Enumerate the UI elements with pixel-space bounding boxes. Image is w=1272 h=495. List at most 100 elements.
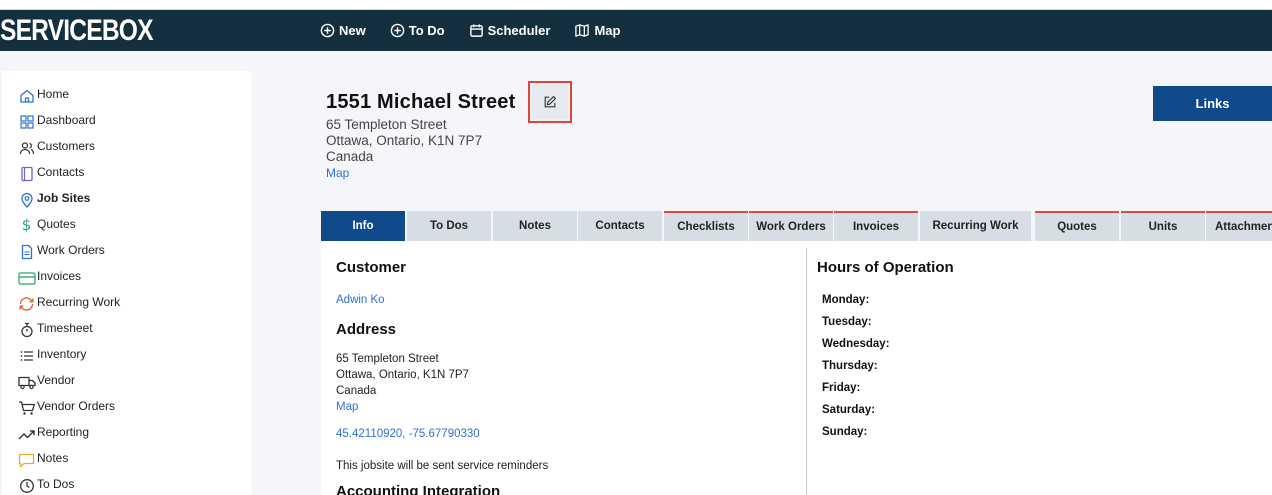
accounting-heading: Accounting Integration (336, 483, 501, 495)
sidebar-item-job-sites[interactable]: Job Sites (17, 188, 90, 208)
location-pin-icon (17, 188, 36, 208)
address-country: Canada (336, 385, 377, 397)
map-icon (575, 24, 590, 37)
sidebar-item-invoices[interactable]: Invoices (17, 266, 81, 286)
sidebar-item-customers[interactable]: Customers (17, 136, 95, 156)
users-icon (17, 136, 36, 156)
sidebar-item-label: Vendor (37, 373, 76, 387)
day-wednesday: Wednesday: (822, 338, 890, 350)
sidebar-item-quotes[interactable]: $ Quotes (17, 214, 76, 234)
trend-icon (17, 422, 36, 442)
site-address-line2: Ottawa, Ontario, K1N 7P7 (326, 133, 483, 148)
column-divider (806, 248, 807, 495)
map-button[interactable]: Map (574, 23, 620, 38)
sidebar-item-reporting[interactable]: Reporting (17, 422, 89, 442)
address-line1: 65 Templeton Street (336, 353, 439, 365)
sidebar-item-label: Job Sites (37, 191, 91, 205)
sidebar-item-label: Work Orders (37, 243, 105, 257)
sidebar-item-contacts[interactable]: Contacts (17, 162, 84, 182)
servicebox-logo[interactable]: SERVICEBOX (0, 14, 153, 48)
tab-checklists[interactable]: Checklists (664, 211, 748, 241)
reminder-note: This jobsite will be sent service remind… (336, 460, 549, 472)
day-sunday: Sunday: (822, 426, 868, 438)
tab-bar: Info To Dos Notes Contacts Checklists Wo… (321, 211, 1272, 241)
sidebar-item-recurring-work[interactable]: Recurring Work (17, 292, 120, 312)
plus-circle-icon (390, 23, 405, 38)
sidebar-item-label: Dashboard (37, 113, 96, 127)
calendar-icon (469, 24, 483, 37)
tab-attachments[interactable]: Attachments (1206, 211, 1272, 241)
tab-invoices[interactable]: Invoices (834, 211, 918, 241)
customer-heading: Customer (336, 259, 407, 276)
sidebar: Home Dashboard Customers Contacts Job Si… (2, 71, 251, 495)
truck-icon (17, 370, 36, 390)
sidebar-item-label: Timesheet (37, 321, 93, 335)
edit-button[interactable] (528, 81, 572, 123)
tab-notes[interactable]: Notes (493, 211, 577, 241)
site-country: Canada (326, 149, 374, 164)
sidebar-item-timesheet[interactable]: Timesheet (17, 318, 93, 338)
info-panel (321, 241, 1272, 495)
sidebar-item-notes[interactable]: Notes (17, 448, 68, 468)
edit-icon (544, 96, 556, 108)
sidebar-item-label: Reporting (37, 425, 90, 439)
clock-icon (17, 474, 36, 494)
todo-button[interactable]: To Do (390, 23, 445, 38)
tab-to-dos[interactable]: To Dos (407, 211, 491, 241)
sidebar-item-label: Quotes (37, 217, 76, 231)
tab-contacts[interactable]: Contacts (578, 211, 662, 241)
sidebar-item-home[interactable]: Home (17, 84, 69, 104)
address-map-link[interactable]: Map (336, 401, 358, 413)
plus-circle-icon (320, 23, 335, 38)
book-icon (17, 162, 36, 182)
sidebar-item-to-dos[interactable]: To Dos (17, 474, 74, 494)
sidebar-item-label: Vendor Orders (37, 399, 116, 413)
site-map-link[interactable]: Map (326, 166, 349, 180)
new-label: New (339, 23, 366, 38)
sidebar-item-label: Contacts (37, 165, 85, 179)
chat-icon (17, 448, 36, 468)
sidebar-item-label: Notes (37, 451, 69, 465)
day-monday: Monday: (822, 294, 870, 306)
sidebar-item-inventory[interactable]: Inventory (17, 344, 86, 364)
tab-recurring-work[interactable]: Recurring Work (920, 211, 1031, 241)
scheduler-button[interactable]: Scheduler (469, 23, 550, 38)
day-friday: Friday: (822, 382, 861, 394)
list-icon (17, 344, 36, 364)
top-strip (0, 0, 1272, 10)
edit-button-face (532, 85, 568, 119)
new-button[interactable]: New (320, 23, 366, 38)
cart-icon (17, 396, 36, 416)
sidebar-item-label: To Dos (37, 477, 75, 491)
document-icon (17, 240, 36, 260)
links-button[interactable]: Links (1153, 86, 1272, 121)
grid-icon (17, 110, 36, 130)
map-label: Map (594, 23, 621, 38)
dollar-icon: $ (21, 216, 32, 234)
tab-info[interactable]: Info (321, 211, 405, 241)
todo-label: To Do (408, 23, 445, 38)
day-thursday: Thursday: (822, 360, 878, 372)
home-icon (17, 84, 36, 104)
stopwatch-icon (17, 318, 36, 338)
sidebar-item-label: Inventory (37, 347, 87, 361)
sidebar-item-vendor-orders[interactable]: Vendor Orders (17, 396, 115, 416)
hours-heading: Hours of Operation (817, 259, 954, 276)
tab-units[interactable]: Units (1121, 211, 1205, 241)
app-header: SERVICEBOX New To Do Scheduler Map (0, 10, 1272, 51)
tab-quotes[interactable]: Quotes (1035, 211, 1119, 241)
sidebar-item-label: Invoices (37, 269, 82, 283)
top-nav: New To Do Scheduler Map (320, 10, 644, 51)
address-line2: Ottawa, Ontario, K1N 7P7 (336, 369, 469, 381)
site-address-line1: 65 Templeton Street (326, 117, 447, 132)
address-heading: Address (336, 321, 397, 338)
sidebar-item-label: Recurring Work (37, 295, 121, 309)
coordinates-link[interactable]: 45.42110920, -75.67790330 (336, 428, 480, 440)
sidebar-item-work-orders[interactable]: Work Orders (17, 240, 105, 260)
customer-link[interactable]: Adwin Ko (336, 294, 385, 306)
sidebar-item-vendor[interactable]: Vendor (17, 370, 75, 390)
sidebar-item-dashboard[interactable]: Dashboard (17, 110, 96, 130)
tab-work-orders[interactable]: Work Orders (749, 211, 833, 241)
day-saturday: Saturday: (822, 404, 876, 416)
sidebar-item-label: Home (37, 87, 70, 101)
